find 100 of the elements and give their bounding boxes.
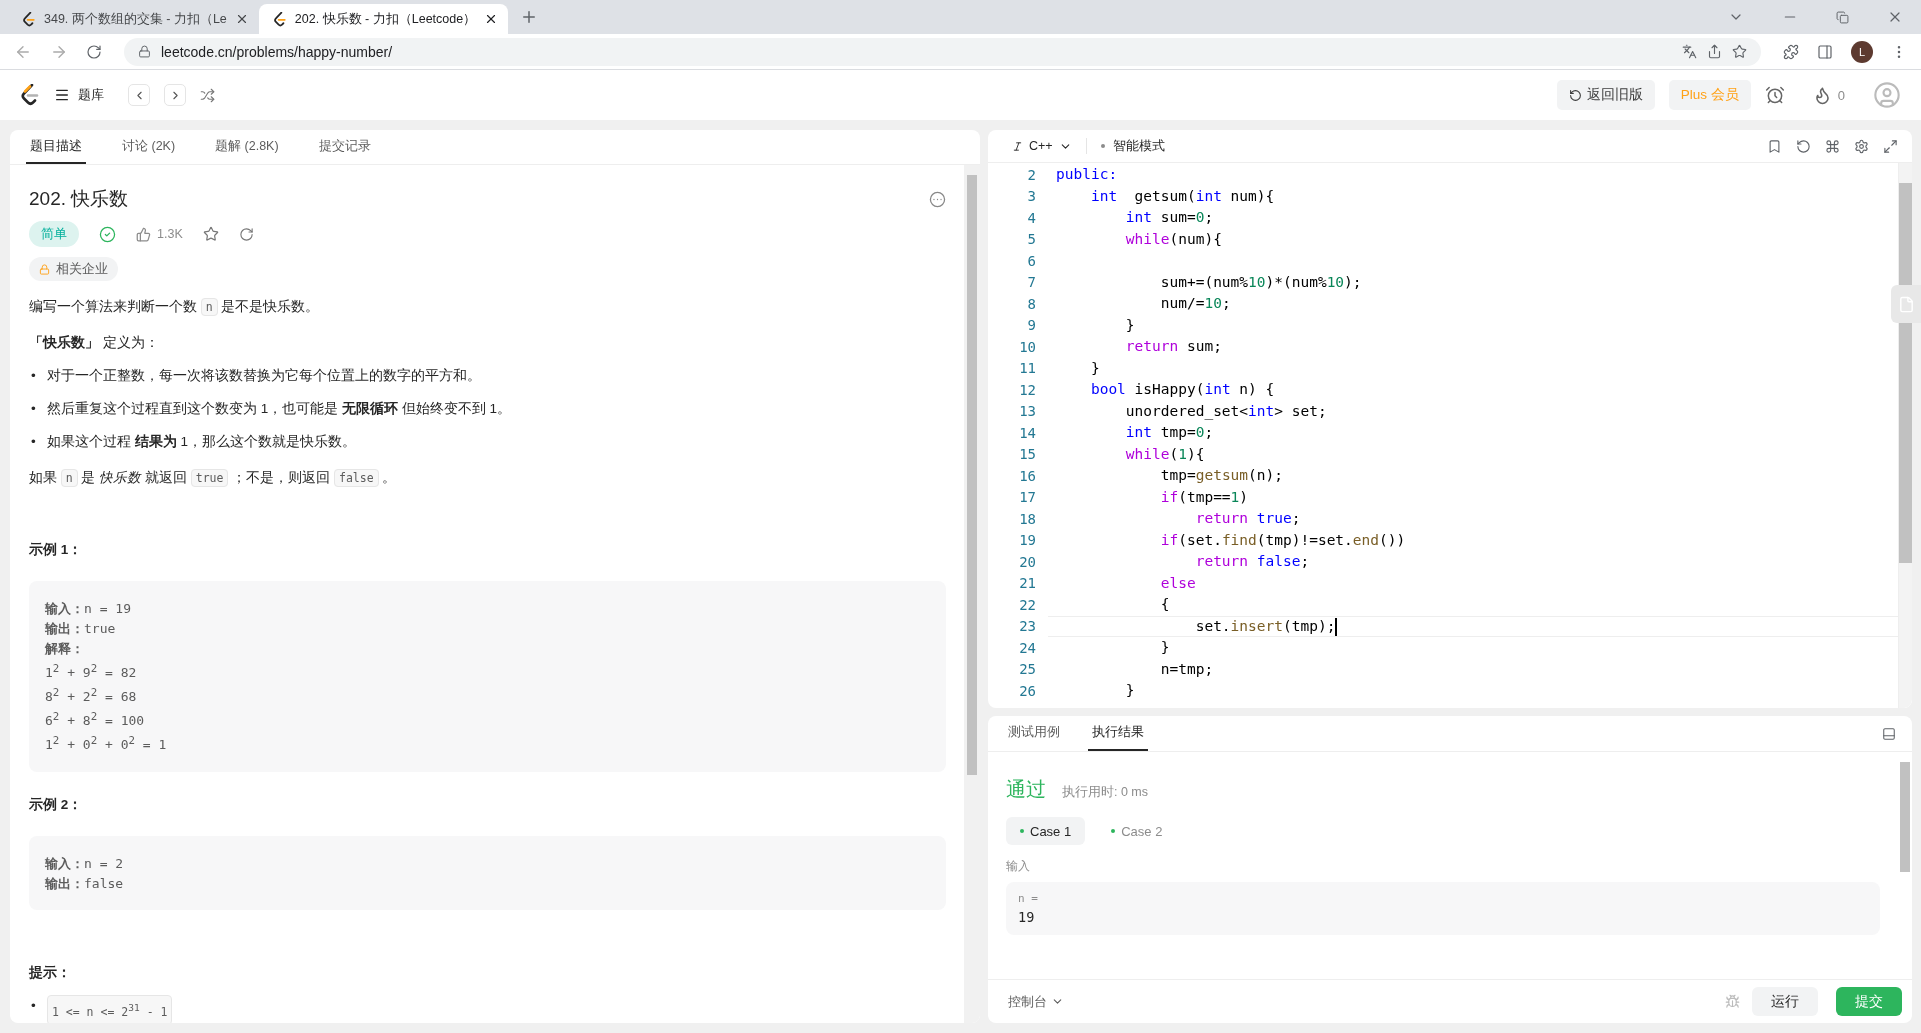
code-line: return sum; bbox=[1124, 337, 1223, 356]
url-text: leetcode.cn/problems/happy-number/ bbox=[161, 43, 394, 60]
example-line: 1$^{2}$ + 0$^{2}$ + 0$^{2}$ = 1 bbox=[45, 733, 168, 755]
reset-icon[interactable] bbox=[1796, 138, 1811, 154]
alarm-clock-icon[interactable] bbox=[1764, 85, 1785, 105]
console-tab[interactable]: 测试用例 bbox=[1004, 716, 1064, 751]
translate-icon[interactable] bbox=[1682, 44, 1697, 59]
scrollbar[interactable] bbox=[1898, 163, 1912, 708]
share-icon[interactable] bbox=[238, 226, 254, 242]
example-line: 1$^{2}$ + 9$^{2}$ = 82 bbox=[45, 660, 138, 682]
more-icon[interactable] bbox=[929, 190, 946, 208]
reload-icon[interactable] bbox=[86, 43, 102, 60]
thumbs-up-icon bbox=[136, 226, 151, 242]
console-toggle[interactable]: 控制台 bbox=[1002, 991, 1070, 1012]
line-number: 18 bbox=[1018, 510, 1037, 527]
run-button[interactable]: 运行 bbox=[1752, 987, 1818, 1016]
line-number: 25 bbox=[1018, 661, 1037, 678]
case-tab[interactable]: Case 1 bbox=[1006, 817, 1086, 845]
example-line: 输入：n = 2 bbox=[45, 854, 125, 873]
code-line: return false; bbox=[1194, 552, 1311, 571]
line-number: 24 bbox=[1018, 639, 1037, 656]
bookmark-icon[interactable] bbox=[1767, 138, 1782, 154]
restore-icon[interactable] bbox=[1836, 9, 1849, 25]
example-line: 输出：false bbox=[45, 874, 125, 893]
panel-tab[interactable]: 提交记录 bbox=[314, 130, 375, 164]
hints-title: 提示： bbox=[29, 963, 72, 982]
description-text: 如果 n 是 快乐数 就返回 true ；不是，则返回 false 。 bbox=[29, 467, 398, 489]
panel-tab[interactable]: 题目描述 bbox=[26, 130, 86, 164]
bullet-marker: • bbox=[31, 996, 37, 1015]
line-number: 23 bbox=[1018, 618, 1037, 635]
verdict-text: 通过 bbox=[1006, 777, 1046, 802]
line-number: 9 bbox=[1026, 317, 1037, 334]
code-line: set.insert(tmp); bbox=[1048, 615, 1898, 637]
line-number: 26 bbox=[1018, 682, 1037, 699]
command-icon[interactable] bbox=[1825, 138, 1840, 154]
panel-tab[interactable]: 讨论 (2K) bbox=[118, 130, 180, 164]
smart-mode-toggle[interactable]: 智能模式 bbox=[1100, 137, 1165, 155]
code-line: tmp=getsum(n); bbox=[1159, 466, 1284, 485]
constraint-code: 1 <= n <= 2$^{31}$ - 1 bbox=[47, 994, 173, 1023]
line-number: 8 bbox=[1026, 295, 1037, 312]
puzzle-icon[interactable] bbox=[1783, 43, 1799, 60]
example-title: 示例 2： bbox=[29, 795, 84, 814]
code-line: else bbox=[1159, 573, 1197, 593]
code-line: if(set.find(tmp)!=set.end()) bbox=[1159, 530, 1407, 550]
line-number: 5 bbox=[1026, 231, 1037, 248]
profile-avatar[interactable]: L bbox=[1851, 40, 1873, 63]
console-tab[interactable]: 执行结果 bbox=[1088, 716, 1148, 751]
line-number: 14 bbox=[1018, 424, 1037, 441]
code-line: public: bbox=[1055, 165, 1119, 184]
address-bar[interactable]: leetcode.cn/problems/happy-number/ bbox=[124, 37, 1761, 66]
bullet-marker: • bbox=[31, 432, 37, 451]
example-line: 6$^{2}$ + 8$^{2}$ = 100 bbox=[45, 709, 146, 731]
like-button[interactable]: 1.3K bbox=[136, 223, 183, 245]
scrollbar[interactable] bbox=[964, 165, 980, 1023]
side-panel-icon[interactable] bbox=[1817, 43, 1833, 60]
line-number: 17 bbox=[1018, 489, 1037, 506]
previous-button[interactable] bbox=[128, 84, 150, 106]
runtime-text: 执行用时: 0 ms bbox=[1062, 784, 1149, 801]
browser-tab[interactable]: 202. 快乐数 - 力扣（Leetcode） bbox=[258, 4, 509, 34]
line-number: 3 bbox=[1026, 188, 1037, 205]
line-number: 7 bbox=[1026, 274, 1037, 291]
code-line: unordered_set<int> set; bbox=[1124, 401, 1328, 422]
settings-icon[interactable] bbox=[1854, 138, 1869, 154]
shuffle-icon[interactable] bbox=[200, 87, 215, 103]
problem-title: 202. 快乐数 bbox=[29, 187, 129, 211]
code-line: int getsum(int num){ bbox=[1089, 186, 1276, 206]
italic-icon bbox=[1012, 140, 1023, 152]
code-line: int sum=0; bbox=[1124, 208, 1215, 227]
bullet-marker: • bbox=[31, 399, 37, 418]
code-line: return true; bbox=[1194, 509, 1302, 528]
language-select[interactable]: C++ bbox=[1006, 138, 1087, 154]
line-number: 19 bbox=[1018, 532, 1037, 549]
panel-tab[interactable]: 题解 (2.8K) bbox=[211, 130, 283, 164]
code-line: sum+=(num%10)*(num%10); bbox=[1159, 272, 1363, 292]
lock-icon bbox=[138, 45, 151, 58]
code-line: } bbox=[1124, 315, 1136, 335]
streak-counter[interactable]: 0 bbox=[1812, 85, 1845, 105]
problem-list-link[interactable]: 题库 bbox=[54, 86, 104, 104]
star-icon[interactable] bbox=[1732, 44, 1747, 59]
line-number: 12 bbox=[1018, 381, 1037, 398]
fullscreen-icon[interactable] bbox=[1883, 138, 1898, 154]
example-title: 示例 1： bbox=[29, 540, 84, 559]
code-line: while(1){ bbox=[1124, 444, 1206, 464]
case-tab[interactable]: Case 2 bbox=[1097, 817, 1177, 845]
example-line: 解释： bbox=[45, 639, 85, 658]
code-line: bool isHappy(int n) { bbox=[1089, 380, 1276, 399]
star-icon[interactable] bbox=[202, 226, 219, 242]
line-number: 16 bbox=[1018, 467, 1037, 484]
description-text: 编写一个算法来判断一个数 n 是不是快乐数。 bbox=[29, 296, 321, 318]
example-line: 输出：true bbox=[45, 619, 117, 638]
next-button[interactable] bbox=[164, 84, 186, 106]
check-circle-icon bbox=[99, 225, 116, 243]
logo-icon[interactable] bbox=[20, 84, 40, 106]
companies-tag[interactable]: 相关企业 bbox=[29, 257, 118, 281]
code-line: } bbox=[1124, 681, 1136, 700]
difficulty-tag: 简单 bbox=[29, 221, 79, 247]
description-text: 「快乐数」 定义为： bbox=[29, 333, 160, 352]
browser-tab[interactable]: 349. 两个数组的交集 - 力扣（Le bbox=[8, 4, 259, 34]
legacy-version-button[interactable]: 返回旧版 bbox=[1556, 80, 1655, 110]
share-icon[interactable] bbox=[1707, 44, 1722, 59]
